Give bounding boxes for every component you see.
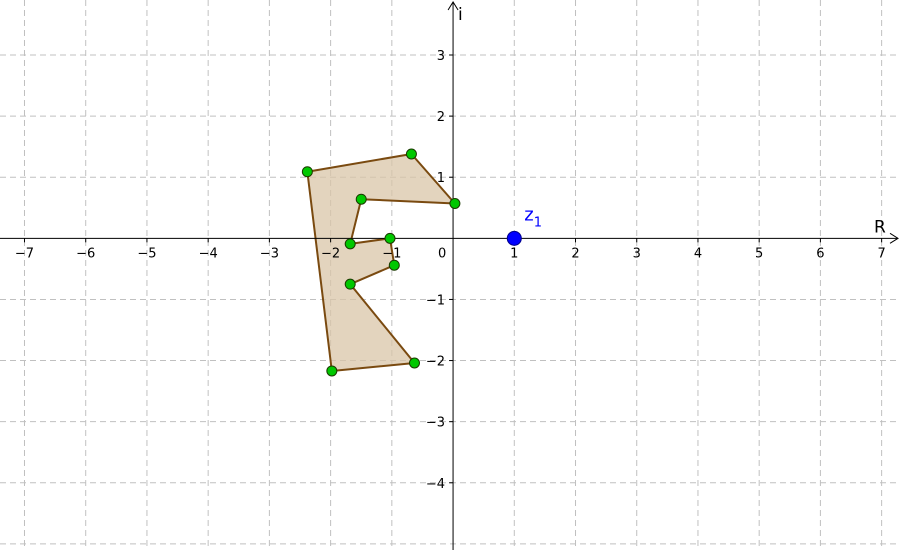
point-z1-name: z (524, 204, 533, 225)
polygon-vertex-point[interactable] (344, 278, 356, 290)
x-tick-label: −1 (382, 246, 401, 261)
complex-plane-graph: R i 0 −7−6−5−4−3−2−11234567−4−3−2−11234 … (0, 0, 900, 550)
x-tick-label: 2 (571, 246, 579, 261)
y-tick-label: 3 (437, 49, 445, 64)
point-z1-subscript: 1 (534, 215, 542, 230)
polygon-shape[interactable] (306, 153, 456, 372)
polygon-region[interactable] (306, 153, 456, 372)
polygon-vertex-point[interactable] (449, 198, 461, 209)
x-tick-label: −2 (321, 246, 340, 261)
point-z1[interactable]: z1 (506, 204, 542, 246)
y-tick-label: −1 (426, 293, 445, 308)
x-tick-label: 6 (816, 246, 824, 261)
imaginary-axis-label: i (458, 5, 463, 25)
x-tick-label: −5 (137, 246, 156, 261)
x-tick-label: −3 (260, 246, 279, 261)
polygon-vertex-point[interactable] (355, 193, 367, 205)
y-tick-label: −2 (426, 355, 445, 370)
grid-lines (0, 0, 900, 550)
y-tick-label: 1 (437, 171, 445, 186)
y-tick-label: 2 (437, 110, 445, 125)
polygon-vertex-point[interactable] (301, 166, 313, 178)
x-tick-label: 7 (877, 246, 885, 261)
polygon-vertex-point[interactable] (405, 148, 417, 160)
x-tick-label: 3 (633, 246, 641, 261)
x-tick-label: 5 (755, 246, 763, 261)
point-z1-dot[interactable] (506, 230, 522, 246)
axes: R i 0 (0, 1, 899, 550)
polygon-vertex-point[interactable] (388, 259, 400, 271)
y-tick-label: 4 (437, 0, 445, 3)
polygon-vertex-point[interactable] (344, 238, 356, 250)
polygon-vertex-point[interactable] (326, 365, 338, 377)
x-tick-label: 1 (510, 246, 518, 261)
y-tick-label: −3 (426, 416, 445, 431)
x-tick-label: −6 (76, 246, 95, 261)
x-tick-label: 4 (694, 246, 702, 261)
polygon-vertex-point[interactable] (408, 357, 420, 369)
x-tick-label: −7 (15, 246, 34, 261)
point-z1-label: z1 (524, 204, 542, 230)
y-tick-label: −4 (426, 477, 445, 492)
x-tick-label: −4 (199, 246, 218, 261)
real-axis-label: R (874, 217, 886, 237)
tick-labels: −7 −6 −5 −4 −3 −2 −1 1 2 3 4 5 6 7 −4 −3 −2 −1 1 2 3 4 (15, 0, 886, 492)
origin-label: 0 (438, 246, 446, 261)
polygon-vertex-point[interactable] (384, 232, 396, 244)
